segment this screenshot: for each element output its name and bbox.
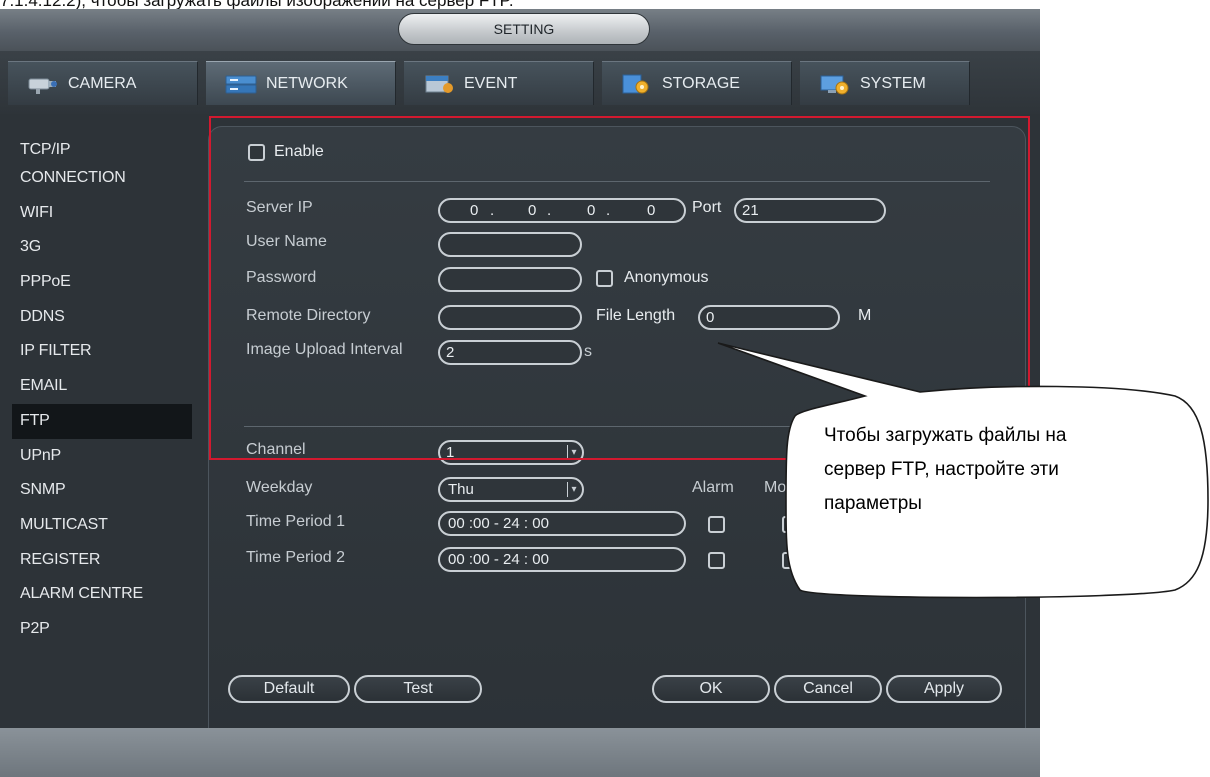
callout-text: Чтобы загружать файлы на сервер FTP, нас… (824, 419, 1194, 521)
tab-bar: CAMERA NETWORK EVENT STORAGE SYSTEM (0, 51, 1040, 114)
tab-camera-label: CAMERA (68, 74, 137, 92)
tab-system-label: SYSTEM (860, 74, 926, 92)
server-ip-octet-3: 0 (587, 202, 596, 219)
callout-line-2: сервер FTP, настройте эти (824, 459, 1059, 480)
window-title: SETTING (398, 13, 650, 45)
time-period-1-alarm-checkbox[interactable] (708, 516, 725, 533)
callout-line-3: параметры (824, 493, 922, 514)
ok-button[interactable]: OK (652, 675, 770, 703)
time-period-1-label: Time Period 1 (246, 513, 345, 530)
channel-select[interactable]: 1 ▾ (438, 440, 584, 465)
storage-icon (622, 74, 649, 93)
channel-label: Channel (246, 441, 306, 458)
image-upload-interval-input[interactable]: 2 (438, 340, 582, 365)
user-name-label: User Name (246, 233, 327, 250)
title-bar: SETTING (0, 9, 1040, 51)
default-button[interactable]: Default (228, 675, 350, 703)
sidebar-item-wifi[interactable]: WIFI (12, 196, 192, 231)
ip-dot: . (490, 202, 495, 219)
tab-storage-label: STORAGE (662, 74, 740, 92)
ip-dot: . (547, 202, 552, 219)
channel-value: 1 (446, 444, 455, 461)
sidebar-item-p2p[interactable]: P2P (12, 612, 192, 647)
password-label: Password (246, 269, 317, 286)
image-upload-interval-unit: s (584, 343, 592, 360)
sidebar-item-register[interactable]: REGISTER (12, 543, 192, 578)
tab-system[interactable]: SYSTEM (800, 61, 970, 105)
anonymous-checkbox[interactable] (596, 270, 613, 287)
sidebar-item-pppoe[interactable]: PPPoE (12, 265, 192, 300)
tab-event-label: EVENT (464, 74, 518, 92)
time-period-2-label: Time Period 2 (246, 549, 345, 566)
time-period-1-motion-checkbox[interactable] (782, 516, 799, 533)
tab-network[interactable]: NETWORK (206, 61, 396, 105)
weekday-select[interactable]: Thu ▾ (438, 477, 584, 502)
sidebar-item-email[interactable]: EMAIL (12, 369, 192, 404)
time-period-2-motion-checkbox[interactable] (782, 552, 799, 569)
sidebar: TCP/IP CONNECTION WIFI 3G PPPoE DDNS IP … (12, 123, 192, 647)
camera-icon (28, 78, 57, 94)
weekday-label: Weekday (246, 479, 313, 496)
server-ip-octet-1: 0 (470, 202, 479, 219)
divider-top (244, 181, 990, 182)
tab-network-label: NETWORK (266, 74, 348, 92)
motion-column-label: Mo (764, 479, 787, 496)
callout-line-1: Чтобы загружать файлы на (824, 425, 1067, 446)
sidebar-item-3g[interactable]: 3G (12, 230, 192, 265)
dvr-settings-window: SETTING CAMERA NETWORK EVENT STORAGE SYS… (0, 9, 1040, 777)
time-period-1-input[interactable]: 00 :00 - 24 : 00 (438, 511, 686, 536)
port-input[interactable]: 21 (734, 198, 886, 223)
enable-checkbox[interactable] (248, 144, 265, 161)
bottom-status-bar (0, 728, 1040, 777)
file-length-unit: M (858, 307, 872, 324)
time-period-2-alarm-checkbox[interactable] (708, 552, 725, 569)
file-length-input[interactable]: 0 (698, 305, 840, 330)
server-ip-input[interactable]: 0 . 0 . 0 . 0 (438, 198, 686, 223)
chevron-down-icon: ▾ (567, 445, 580, 460)
weekday-value: Thu (448, 481, 474, 498)
server-ip-octet-2: 0 (528, 202, 537, 219)
cancel-button[interactable]: Cancel (774, 675, 882, 703)
tab-camera[interactable]: CAMERA (8, 61, 198, 105)
sidebar-item-ddns[interactable]: DDNS (12, 300, 192, 335)
file-length-label: File Length (596, 307, 676, 324)
system-icon (820, 75, 849, 94)
ip-dot: . (606, 202, 611, 219)
port-label: Port (692, 199, 722, 216)
remote-directory-label: Remote Directory (246, 307, 371, 324)
document-caption: 7.1.4.12.2), чтобы загружать файлы изобр… (0, 0, 1210, 9)
user-name-input[interactable] (438, 232, 582, 257)
sidebar-item-connection[interactable]: CONNECTION (12, 161, 192, 196)
test-button[interactable]: Test (354, 675, 482, 703)
tab-event[interactable]: EVENT (404, 61, 594, 105)
sidebar-item-ip-filter[interactable]: IP FILTER (12, 334, 192, 369)
server-ip-label: Server IP (246, 199, 313, 216)
network-icon (225, 75, 257, 93)
sidebar-item-tcpip[interactable]: TCP/IP (12, 139, 192, 161)
server-ip-octet-4: 0 (647, 202, 656, 219)
password-input[interactable] (438, 267, 582, 292)
sidebar-item-ftp[interactable]: FTP (12, 403, 192, 439)
sidebar-item-upnp[interactable]: UPnP (12, 439, 192, 474)
sidebar-item-multicast[interactable]: MULTICAST (12, 508, 192, 543)
sidebar-item-snmp[interactable]: SNMP (12, 473, 192, 508)
remote-directory-input[interactable] (438, 305, 582, 330)
anonymous-label: Anonymous (624, 269, 709, 286)
event-icon (425, 75, 453, 93)
alarm-column-label: Alarm (692, 479, 734, 496)
time-period-2-input[interactable]: 00 :00 - 24 : 00 (438, 547, 686, 572)
chevron-down-icon: ▾ (567, 482, 580, 497)
enable-label: Enable (274, 143, 324, 160)
tab-storage[interactable]: STORAGE (602, 61, 792, 105)
sidebar-item-alarm-centre[interactable]: ALARM CENTRE (12, 577, 192, 612)
apply-button[interactable]: Apply (886, 675, 1002, 703)
image-upload-interval-label: Image Upload Interval (246, 341, 403, 358)
